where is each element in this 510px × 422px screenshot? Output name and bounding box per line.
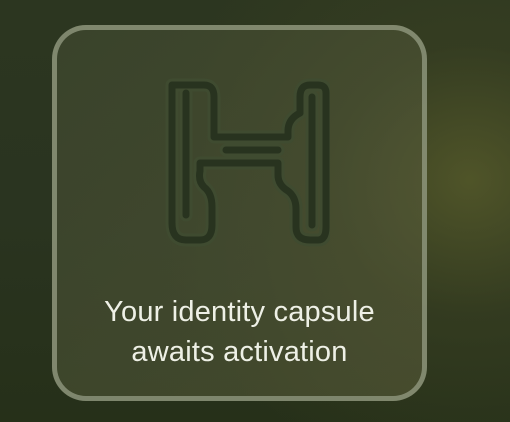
message-line-1: Your identity capsule — [104, 296, 375, 328]
identity-capsule-card[interactable]: Your identity capsule awaits activation — [52, 25, 427, 401]
message-line-2: awaits activation — [131, 336, 348, 368]
h-pipe-logo-icon — [160, 75, 330, 250]
activation-message: Your identity capsule awaits activation — [57, 292, 422, 372]
